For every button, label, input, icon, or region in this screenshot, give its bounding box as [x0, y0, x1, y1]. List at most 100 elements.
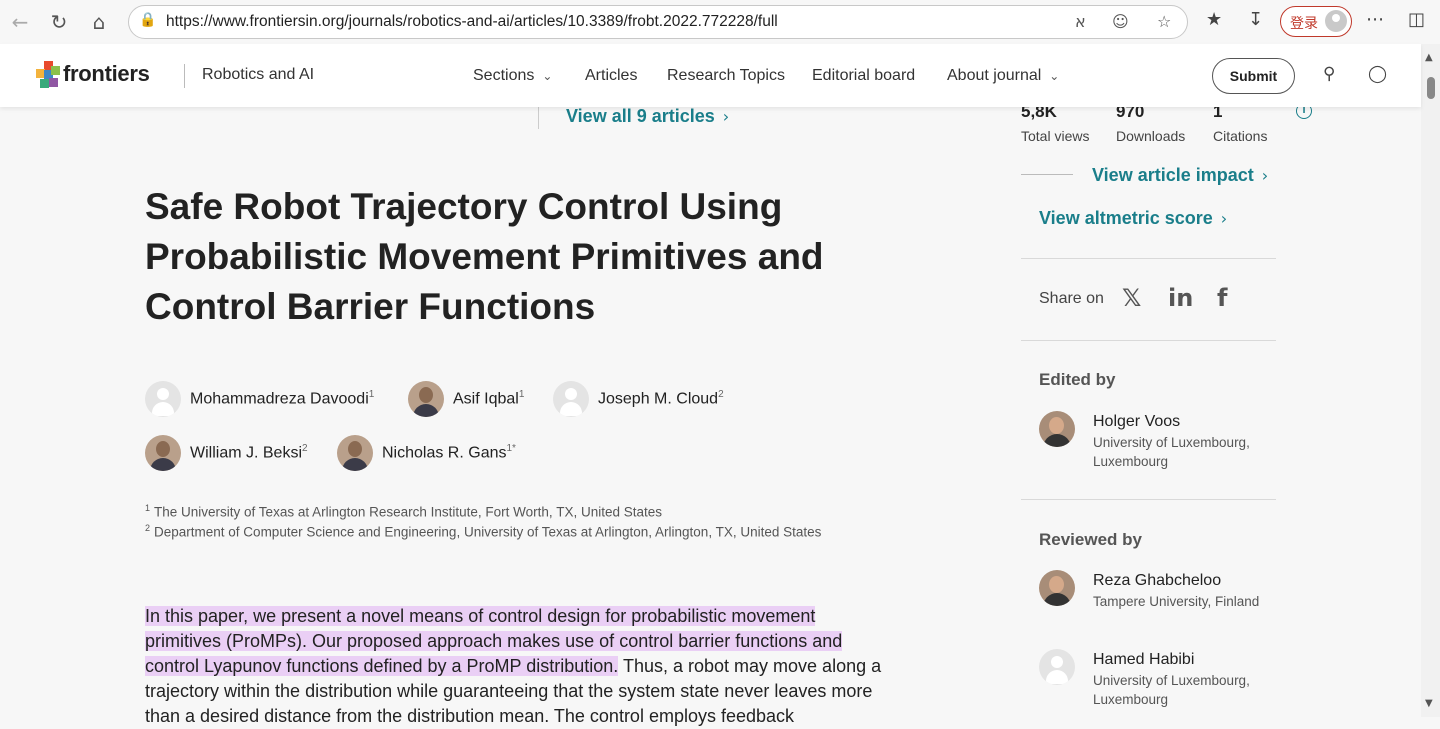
scroll-down-icon[interactable]: ▼	[1425, 698, 1433, 709]
avatar	[1039, 411, 1075, 447]
frontiers-logo-icon	[36, 61, 60, 89]
avatar	[1039, 570, 1075, 606]
affiliation: 1 The University of Texas at Arlington Re…	[145, 503, 662, 520]
login-button[interactable]: 登录	[1280, 6, 1352, 37]
impact-link-label: View article impact	[1092, 165, 1254, 185]
divider	[1021, 174, 1073, 175]
chevron-right-icon: ›	[1261, 166, 1269, 185]
affiliation-num: 1	[145, 503, 151, 513]
reviewer-affiliation: University of Luxembourg, Luxembourg	[1093, 673, 1250, 707]
star-icon[interactable]: ☆	[1157, 12, 1171, 31]
more-icon[interactable]: ⋯	[1366, 9, 1384, 30]
nav-about-journal-label: About journal	[947, 67, 1042, 84]
view-article-impact-link[interactable]: View article impact ›	[1092, 165, 1268, 186]
nav-sections[interactable]: Sections ⌄	[473, 67, 552, 85]
abstract: In this paper, we present a novel means …	[145, 604, 925, 729]
metric-downloads-label: Downloads	[1116, 128, 1186, 144]
download-icon[interactable]: ↧	[1248, 9, 1263, 30]
url-text[interactable]: https://www.frontiersin.org/journals/rob…	[166, 13, 778, 31]
metric-citations-label: Citations	[1213, 128, 1268, 144]
abstract-highlight: control Lyapunov functions defined by a …	[145, 656, 619, 676]
favorites-icon[interactable]: ★	[1206, 9, 1222, 30]
abstract-text: Thus, a robot may move along a	[618, 656, 882, 676]
author-name-text: Asif Iqbal	[453, 390, 519, 408]
x-icon[interactable]: 𝕏	[1122, 284, 1141, 312]
author-name: Asif Iqbal1	[453, 389, 524, 408]
avatar	[145, 435, 181, 471]
abstract-highlight: In this paper, we present a novel means …	[145, 606, 816, 626]
abstract-text: trajectory within the distribution while…	[145, 681, 873, 701]
divider	[1021, 340, 1276, 341]
browser-toolbar: ← ↻ ⌂ 🔒 https://www.frontiersin.org/jour…	[0, 0, 1440, 44]
header-divider	[184, 64, 185, 88]
refresh-icon[interactable]: ↻	[45, 8, 73, 36]
user-icon[interactable]: ◯	[1368, 64, 1387, 84]
author-sup: 2	[302, 443, 308, 454]
chevron-right-icon: ›	[1220, 209, 1228, 228]
read-aloud-icon[interactable]: א	[1075, 12, 1086, 31]
author-name: William J. Beksi2	[190, 443, 308, 462]
nav-research-topics[interactable]: Research Topics	[667, 67, 785, 85]
article-title: Safe Robot Trajectory Control Using Prob…	[145, 186, 824, 327]
reviewed-by-heading: Reviewed by	[1039, 530, 1142, 549]
author-name: Joseph M. Cloud2	[598, 389, 724, 408]
author-name: Mohammadreza Davoodi1	[190, 389, 374, 408]
avatar	[408, 381, 444, 417]
sidebar-icon[interactable]: ◫	[1408, 9, 1425, 30]
affiliation-text: The University of Texas at Arlington Res…	[154, 504, 662, 520]
abstract-highlight: primitives (ProMPs). Our proposed approa…	[145, 631, 843, 651]
chevron-down-icon: ⌄	[542, 69, 553, 83]
logo-text: frontiers	[63, 61, 150, 86]
author-name-text: Nicholas R. Gans	[382, 444, 507, 462]
avatar	[337, 435, 373, 471]
avatar	[553, 381, 589, 417]
reviewer-name[interactable]: Hamed Habibi	[1093, 651, 1194, 669]
login-label: 登录	[1290, 15, 1318, 31]
nav-articles[interactable]: Articles	[585, 67, 637, 85]
view-all-articles-link[interactable]: View all 9 articles ›	[566, 106, 729, 127]
submit-button[interactable]: Submit	[1212, 58, 1295, 94]
edited-by-heading: Edited by	[1039, 370, 1116, 389]
editor-affiliation: University of Luxembourg, Luxembourg	[1093, 435, 1250, 469]
author-sup: 1	[368, 389, 375, 400]
scrollbar[interactable]: ▲ ▼	[1421, 44, 1440, 717]
avatar	[1039, 649, 1075, 685]
chevron-right-icon: ›	[722, 107, 730, 126]
reviewer-name[interactable]: Reza Ghabcheloo	[1093, 572, 1221, 590]
author-sup: 2	[718, 389, 724, 400]
journal-name[interactable]: Robotics and AI	[202, 66, 314, 84]
author-name-text: Joseph M. Cloud	[598, 390, 719, 408]
emoji-icon[interactable]: ☺	[1112, 12, 1129, 31]
address-bar[interactable]: 🔒 https://www.frontiersin.org/journals/r…	[128, 5, 1188, 39]
author-sup: 1*	[506, 443, 516, 454]
lock-icon[interactable]: 🔒	[139, 12, 156, 28]
affiliation: 2 Department of Computer Science and Engi…	[145, 523, 821, 540]
editor-name[interactable]: Holger Voos	[1093, 413, 1180, 431]
share-label: Share on	[1039, 290, 1104, 307]
divider	[1021, 499, 1276, 500]
search-icon[interactable]: ⚲	[1323, 64, 1335, 84]
scrollbar-thumb[interactable]	[1427, 77, 1435, 99]
avatar	[1325, 10, 1347, 32]
divider	[538, 107, 539, 129]
nav-about-journal[interactable]: About journal ⌄	[947, 67, 1059, 85]
reviewer-affiliation: Tampere University, Finland	[1093, 594, 1260, 609]
author-name-text: Mohammadreza Davoodi	[190, 390, 369, 408]
linkedin-icon[interactable]: in	[1168, 284, 1193, 312]
scroll-up-icon[interactable]: ▲	[1425, 52, 1433, 63]
metric-total-views-label: Total views	[1021, 128, 1090, 144]
site-header: frontiers Robotics and AI Sections ⌄ Arti…	[0, 44, 1421, 107]
nav-editorial-board[interactable]: Editorial board	[812, 67, 915, 85]
author-name: Nicholas R. Gans1*	[382, 443, 516, 462]
altmetric-link-label: View altmetric score	[1039, 208, 1213, 228]
chevron-down-icon: ⌄	[1049, 69, 1060, 83]
nav-sections-label: Sections	[473, 67, 535, 84]
home-icon[interactable]: ⌂	[85, 8, 113, 36]
affiliation-num: 2	[145, 523, 151, 533]
facebook-icon[interactable]: f	[1217, 284, 1227, 312]
view-altmetric-link[interactable]: View altmetric score ›	[1039, 208, 1227, 229]
divider	[1021, 258, 1276, 259]
affiliation-text: Department of Computer Science and Engin…	[154, 524, 822, 540]
abstract-text: than a desired distance from the distrib…	[145, 706, 795, 726]
back-icon[interactable]: ←	[6, 8, 34, 36]
